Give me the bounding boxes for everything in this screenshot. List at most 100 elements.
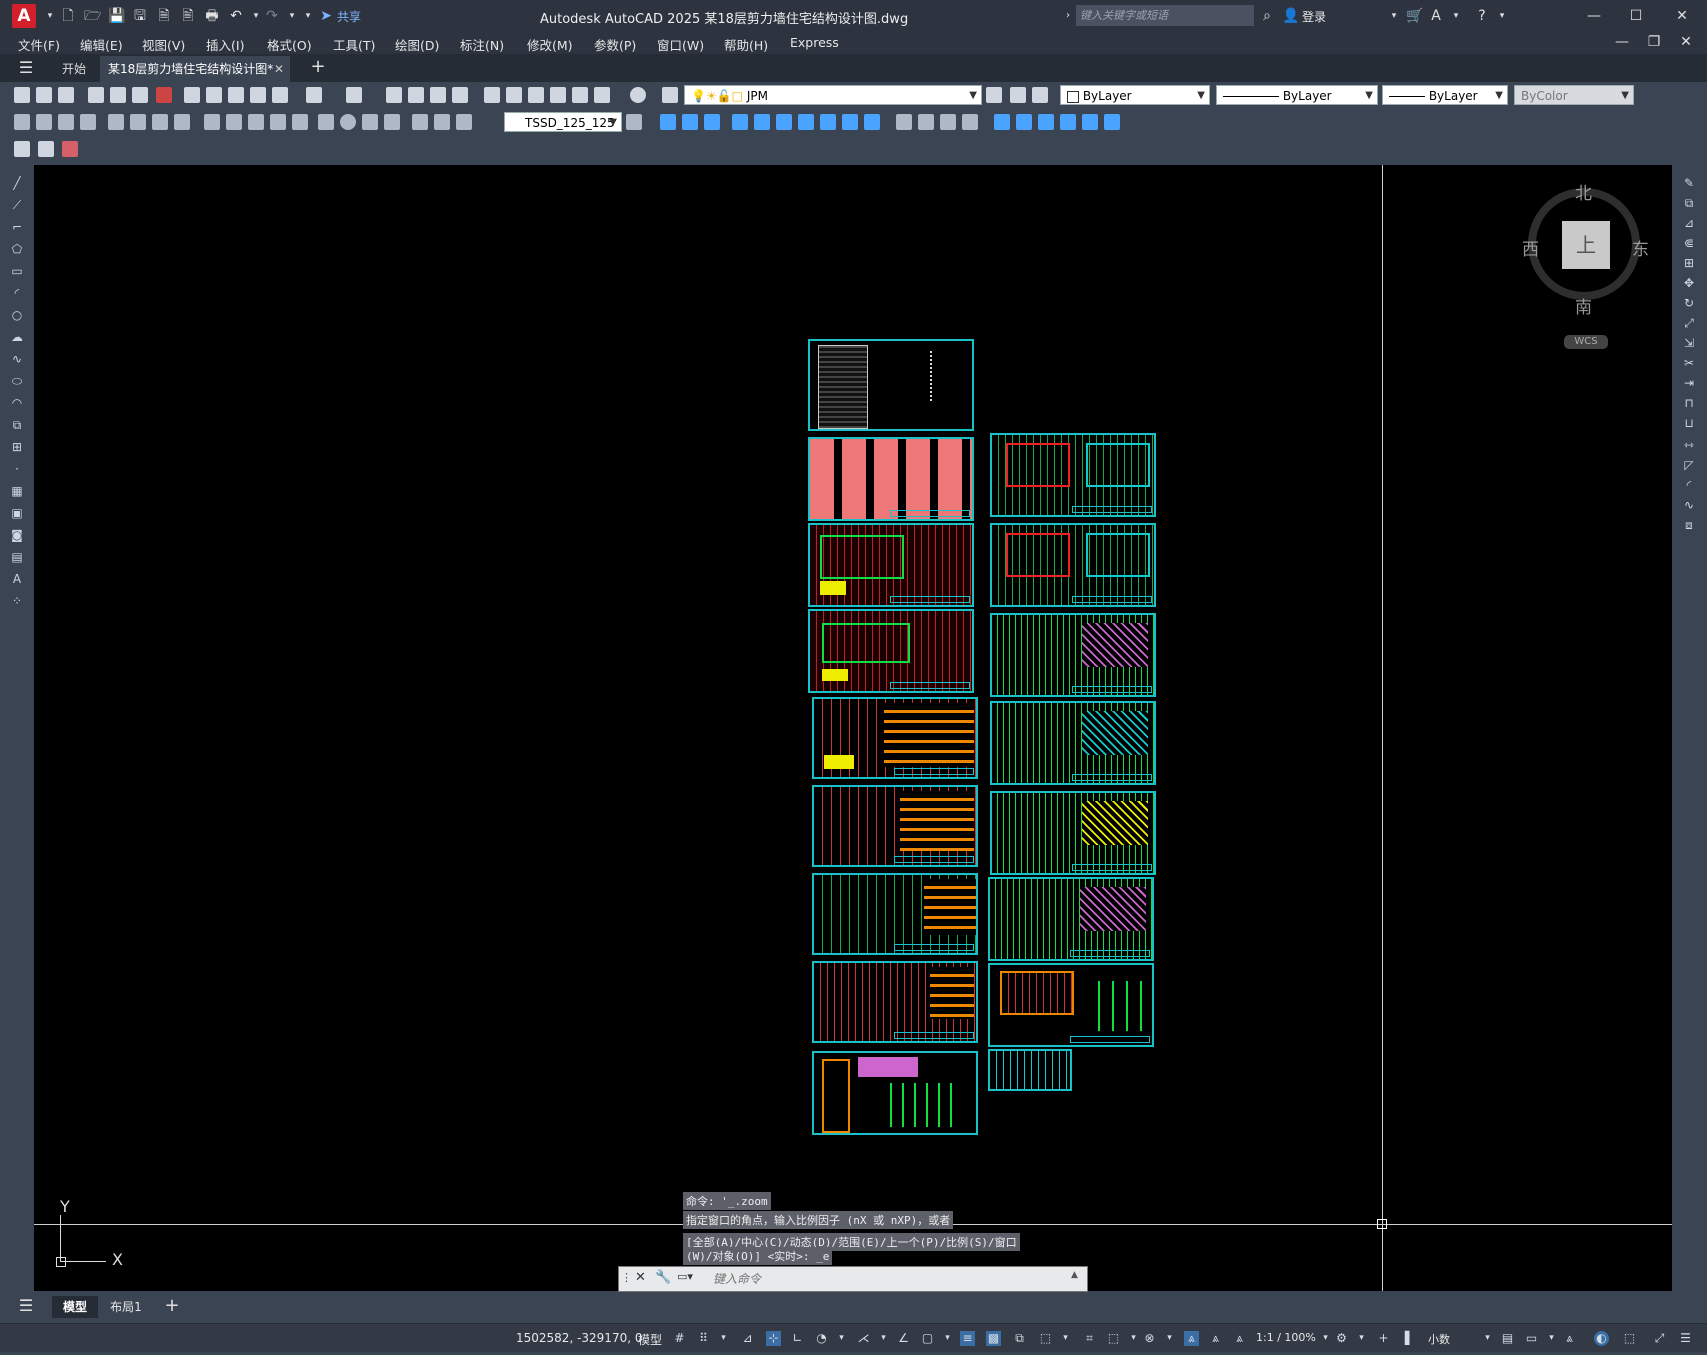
tssd-tool-13-icon[interactable]: [940, 114, 956, 130]
drawing-sheet[interactable]: [808, 339, 974, 431]
tssd-tool-2-icon[interactable]: [682, 114, 698, 130]
menu-view[interactable]: 视图(V): [142, 35, 185, 54]
selection-cycling-icon[interactable]: ⧉: [1012, 1331, 1027, 1346]
blend-curves-icon[interactable]: ∿: [1681, 497, 1697, 513]
calculator-icon[interactable]: [594, 87, 610, 103]
tolerance-icon[interactable]: [318, 114, 334, 130]
help-toolbar-icon[interactable]: [630, 87, 646, 103]
dim-ordinate-icon[interactable]: [80, 114, 96, 130]
drawing-sheet[interactable]: [990, 791, 1156, 875]
annotation-visibility-icon[interactable]: ⩓: [1184, 1331, 1199, 1346]
layer-dropdown[interactable]: 💡☀🔓□ JPM ▼: [684, 85, 982, 105]
rotate-icon[interactable]: ↻: [1681, 295, 1697, 311]
tssd-tool-10-icon[interactable]: [864, 114, 880, 130]
redo-icon[interactable]: ↷: [264, 8, 280, 24]
tssd-tool-1-icon[interactable]: [660, 114, 676, 130]
quick-properties-icon[interactable]: ▤: [1500, 1331, 1515, 1346]
drawing-sheet[interactable]: [812, 785, 978, 867]
help-dropdown-icon[interactable]: ▾: [1494, 8, 1510, 24]
isodraft-dropdown-icon[interactable]: ▾: [876, 1331, 891, 1346]
drawing-canvas[interactable]: 上 北 南 东 西 WCS Y X: [34, 165, 1672, 1291]
drawing-sheet[interactable]: [812, 697, 978, 779]
login-dropdown-icon[interactable]: ▾: [1386, 8, 1402, 24]
construction-line-icon[interactable]: ⟋: [9, 197, 25, 213]
inspection-icon[interactable]: [362, 114, 378, 130]
viewcube-south[interactable]: 南: [1575, 293, 1592, 318]
paste-icon[interactable]: [228, 87, 244, 103]
preview-icon[interactable]: [110, 87, 126, 103]
drawing-sheet[interactable]: [812, 873, 978, 955]
drawing-sheet[interactable]: [812, 961, 978, 1043]
extra-tool-2-icon[interactable]: [38, 141, 54, 157]
properties-icon[interactable]: [484, 87, 500, 103]
share-icon[interactable]: ➤: [318, 8, 334, 24]
fillet-icon[interactable]: ◜: [1681, 477, 1697, 493]
print-icon[interactable]: 🖶: [204, 8, 220, 24]
polar-dropdown-icon[interactable]: ▾: [834, 1331, 849, 1346]
customize-wrench-icon[interactable]: 🔧: [655, 1270, 671, 1285]
tab-document[interactable]: 某18层剪力墙住宅结构设计图* ✕: [100, 56, 290, 82]
ellipse-icon[interactable]: ⬭: [9, 373, 25, 389]
tssd-tool-12-icon[interactable]: [918, 114, 934, 130]
coordinates-readout[interactable]: 1502582, -329170, 0: [516, 1331, 642, 1345]
snap-icon[interactable]: ⠿: [696, 1331, 711, 1346]
drawing-sheet[interactable]: [812, 1051, 978, 1135]
drawing-sheet[interactable]: [990, 613, 1156, 697]
app-dropdown-icon[interactable]: ▾: [1448, 8, 1464, 24]
tab-close-icon[interactable]: ✕: [274, 56, 284, 82]
search-expand-icon[interactable]: ›: [1060, 8, 1076, 24]
dim-update-icon[interactable]: [456, 114, 472, 130]
lineweight-dropdown[interactable]: ByLayer ▼: [1382, 85, 1508, 105]
annotation-scale-icon[interactable]: ⩓: [1232, 1331, 1247, 1346]
dim-jogged-icon[interactable]: [130, 114, 146, 130]
viewcube-east[interactable]: 东: [1632, 235, 1649, 260]
lineweight-display-icon[interactable]: ≡: [960, 1331, 975, 1346]
match-properties-icon[interactable]: [250, 87, 266, 103]
rectangle-icon[interactable]: ▭: [9, 263, 25, 279]
doc-restore-icon[interactable]: ❐: [1646, 34, 1662, 50]
osnap-dropdown-icon[interactable]: ▾: [940, 1331, 955, 1346]
tssd-tool-18-icon[interactable]: [1060, 114, 1076, 130]
new-file-icon[interactable]: 🗋: [60, 8, 76, 24]
add-layout-plus-icon[interactable]: +: [164, 1297, 180, 1315]
erase-icon[interactable]: ✎: [1681, 175, 1697, 191]
block-editor-icon[interactable]: [272, 87, 288, 103]
menu-insert[interactable]: 插入(I): [206, 35, 244, 54]
tssd-tool-8-icon[interactable]: [820, 114, 836, 130]
dim-space-icon[interactable]: [270, 114, 286, 130]
hatch-icon[interactable]: ▦: [9, 483, 25, 499]
hardware-acceleration-icon[interactable]: ◐: [1594, 1331, 1609, 1346]
search-input[interactable]: 键入关键字或短语: [1076, 5, 1254, 26]
menu-edit[interactable]: 编辑(E): [80, 35, 123, 54]
extra-tool-3-icon[interactable]: [62, 141, 78, 157]
cut-icon[interactable]: [184, 87, 200, 103]
command-close-icon[interactable]: ✕: [635, 1270, 646, 1285]
dim-baseline-icon[interactable]: [226, 114, 242, 130]
extra-tool-1-icon[interactable]: [14, 141, 30, 157]
recent-commands-icon[interactable]: ▭▾: [677, 1270, 707, 1286]
quick-dim-icon[interactable]: [204, 114, 220, 130]
tssd-tool-20-icon[interactable]: [1104, 114, 1120, 130]
isolate-objects-icon[interactable]: ⩓: [1562, 1331, 1577, 1346]
break-icon[interactable]: ⊔: [1681, 415, 1697, 431]
search-icon[interactable]: ⌕: [1259, 8, 1275, 24]
polar-tracking-icon[interactable]: ◔: [814, 1331, 829, 1346]
extend-icon[interactable]: ⇥: [1681, 375, 1697, 391]
object-snap-tracking-icon[interactable]: ∠: [896, 1331, 911, 1346]
publish-3d-icon[interactable]: [156, 87, 172, 103]
menu-parametric[interactable]: 参数(P): [594, 35, 636, 54]
dim-text-edit-icon[interactable]: [434, 114, 450, 130]
tssd-tool-14-icon[interactable]: [962, 114, 978, 130]
fullscreen-icon[interactable]: ⤢: [1652, 1331, 1667, 1346]
workspace-gear-icon[interactable]: ⚙: [1334, 1331, 1349, 1346]
explode-icon[interactable]: ⧈: [1681, 517, 1697, 533]
plot-preview-icon[interactable]: 🖹: [180, 8, 196, 24]
units-dropdown-icon[interactable]: ▾: [1480, 1331, 1495, 1346]
mtext-icon[interactable]: A: [9, 571, 25, 587]
redo-dropdown-icon[interactable]: ▾: [284, 8, 300, 24]
qnew-icon[interactable]: [14, 87, 30, 103]
viewcube-west[interactable]: 西: [1522, 235, 1539, 260]
scale-dropdown-icon[interactable]: ▾: [1318, 1331, 1333, 1346]
undo-dropdown-icon[interactable]: ▾: [248, 8, 264, 24]
markup-icon[interactable]: [572, 87, 588, 103]
